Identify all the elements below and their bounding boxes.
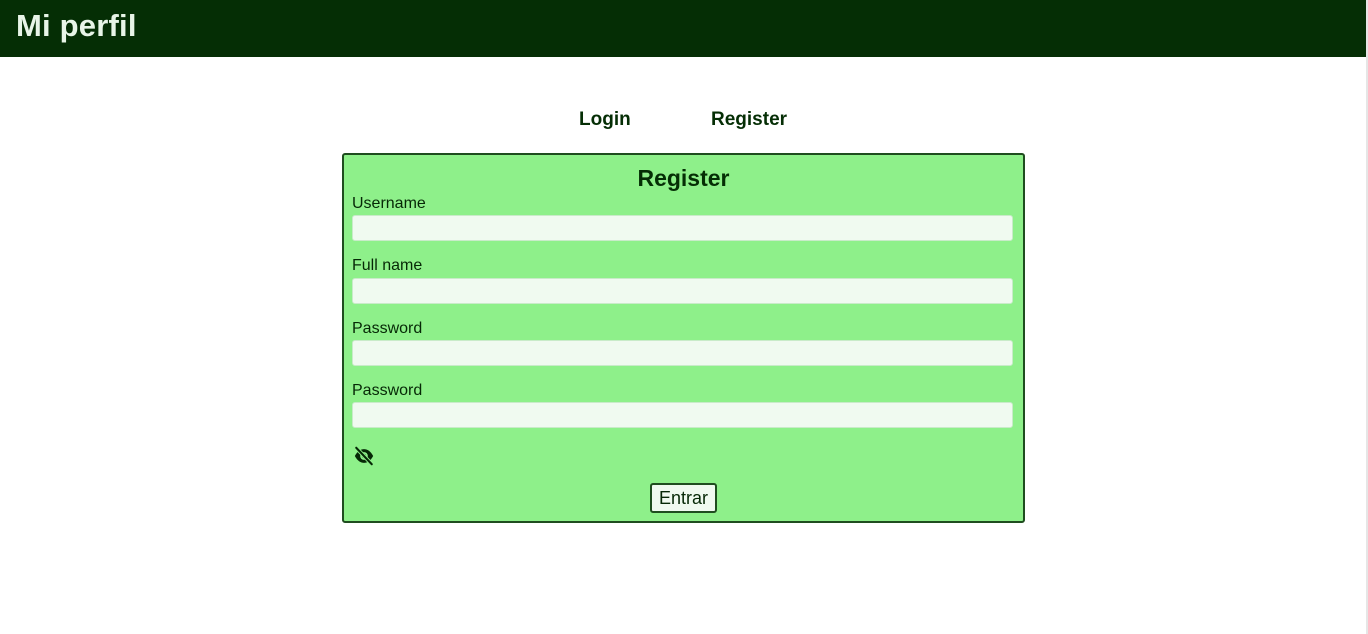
password-field[interactable] (352, 340, 1013, 366)
eye-slash-icon[interactable] (353, 445, 375, 467)
submit-button[interactable]: Entrar (650, 483, 717, 513)
form-title: Register (637, 165, 730, 191)
tab-register[interactable]: Register (711, 108, 787, 132)
full-name-field[interactable] (352, 278, 1013, 304)
username-field[interactable] (352, 215, 1013, 241)
app-header: Mi perfil (0, 0, 1366, 57)
password-label: Password (352, 320, 423, 337)
register-form: Register Username Full name Password Pas… (342, 153, 1025, 523)
username-label: Username (352, 195, 426, 212)
app-title: Mi perfil (16, 8, 137, 43)
tab-login[interactable]: Login (579, 108, 631, 132)
confirm-password-label: Password (352, 382, 423, 399)
confirm-password-field[interactable] (352, 402, 1013, 428)
full-name-label: Full name (352, 257, 423, 274)
